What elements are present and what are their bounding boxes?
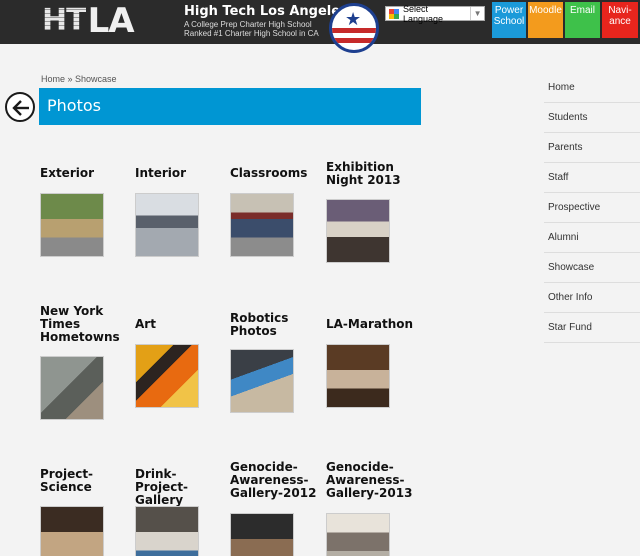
drink-project-photo[interactable] <box>135 506 199 556</box>
sidebar-item-other-info[interactable]: Other Info <box>544 283 640 313</box>
exhibition-night-photo[interactable] <box>326 199 390 263</box>
gallery-title[interactable]: Project- Science <box>40 468 132 494</box>
classrooms-photo[interactable] <box>230 193 294 257</box>
star-icon: ★ <box>345 9 362 29</box>
email-label: Email <box>569 5 595 16</box>
powerschool-label-1: Power <box>494 5 524 16</box>
gallery-title[interactable]: Genocide- Awareness- Gallery-2012 <box>230 461 322 500</box>
gallery-title[interactable]: LA-Marathon <box>326 318 418 331</box>
sidebar-item-home[interactable]: Home <box>544 73 640 103</box>
language-select[interactable]: Select Language ▼ <box>385 3 485 24</box>
page-title: Photos <box>47 96 101 115</box>
sidebar-item-staff[interactable]: Staff <box>544 163 640 193</box>
gallery-title[interactable]: Drink-Project- Gallery <box>135 468 227 507</box>
email-button[interactable]: Email <box>565 2 600 38</box>
gallery-title[interactable]: Exterior <box>40 167 132 180</box>
ranking-tagline: Ranked #1 Charter High School in CA <box>184 29 319 38</box>
htla-logo[interactable]: HT LA <box>42 1 135 41</box>
back-arrow-icon[interactable] <box>5 92 35 122</box>
naviance-label-1: Navi- <box>608 5 632 16</box>
sidebar-item-alumni[interactable]: Alumni <box>544 223 640 253</box>
gallery-title[interactable]: Classrooms <box>230 167 322 180</box>
breadcrumb-separator: » <box>65 74 76 84</box>
sidebar-item-parents[interactable]: Parents <box>544 133 640 163</box>
logo-ht: HT <box>42 3 87 38</box>
art-photo[interactable] <box>135 344 199 408</box>
google-icon <box>389 8 399 19</box>
robotics-photo[interactable] <box>230 349 294 413</box>
interior-photo[interactable] <box>135 193 199 257</box>
exterior-photo[interactable] <box>40 193 104 257</box>
logo-la: LA <box>87 1 135 41</box>
gallery-title[interactable]: New York Times Hometowns <box>40 305 132 344</box>
moodle-label: Moodle <box>529 5 562 16</box>
language-select-label: Select Language <box>402 3 443 24</box>
sidebar-item-students[interactable]: Students <box>544 103 640 133</box>
genocide-2013-photo[interactable] <box>326 513 390 556</box>
genocide-2012-photo[interactable] <box>230 513 294 556</box>
school-name: High Tech Los Angeles <box>184 4 348 19</box>
sidebar-nav: Home Students Parents Staff Prospective … <box>544 73 640 343</box>
sidebar-item-showcase[interactable]: Showcase <box>544 253 640 283</box>
breadcrumb-home[interactable]: Home <box>41 74 65 84</box>
page-title-bar: Photos <box>39 88 421 125</box>
naviance-label-2: ance <box>609 16 631 27</box>
breadcrumb: Home » Showcase <box>41 74 117 84</box>
new-york-times-photo[interactable] <box>40 356 104 420</box>
gallery-title[interactable]: Art <box>135 318 227 331</box>
powerschool-label-2: School <box>493 16 525 27</box>
project-science-photo[interactable] <box>40 506 104 556</box>
dropdown-arrow-icon: ▼ <box>470 7 484 20</box>
moodle-button[interactable]: Moodle <box>528 2 563 38</box>
site-header: HT LA High Tech Los Angeles A College Pr… <box>0 0 640 53</box>
powerschool-button[interactable]: Power School <box>492 2 526 38</box>
sidebar-item-prospective[interactable]: Prospective <box>544 193 640 223</box>
tagline: A College Prep Charter High School <box>184 20 312 29</box>
gallery-title[interactable]: Interior <box>135 167 227 180</box>
la-marathon-photo[interactable] <box>326 344 390 408</box>
sidebar-item-star-fund[interactable]: Star Fund <box>544 313 640 343</box>
gallery-title[interactable]: Robotics Photos <box>230 312 322 338</box>
school-seal-icon: ★ <box>329 3 379 53</box>
gallery-title[interactable]: Exhibition Night 2013 <box>326 161 418 187</box>
breadcrumb-current[interactable]: Showcase <box>75 74 117 84</box>
naviance-button[interactable]: Navi- ance <box>602 2 638 38</box>
gallery-title[interactable]: Genocide- Awareness- Gallery-2013 <box>326 461 418 500</box>
